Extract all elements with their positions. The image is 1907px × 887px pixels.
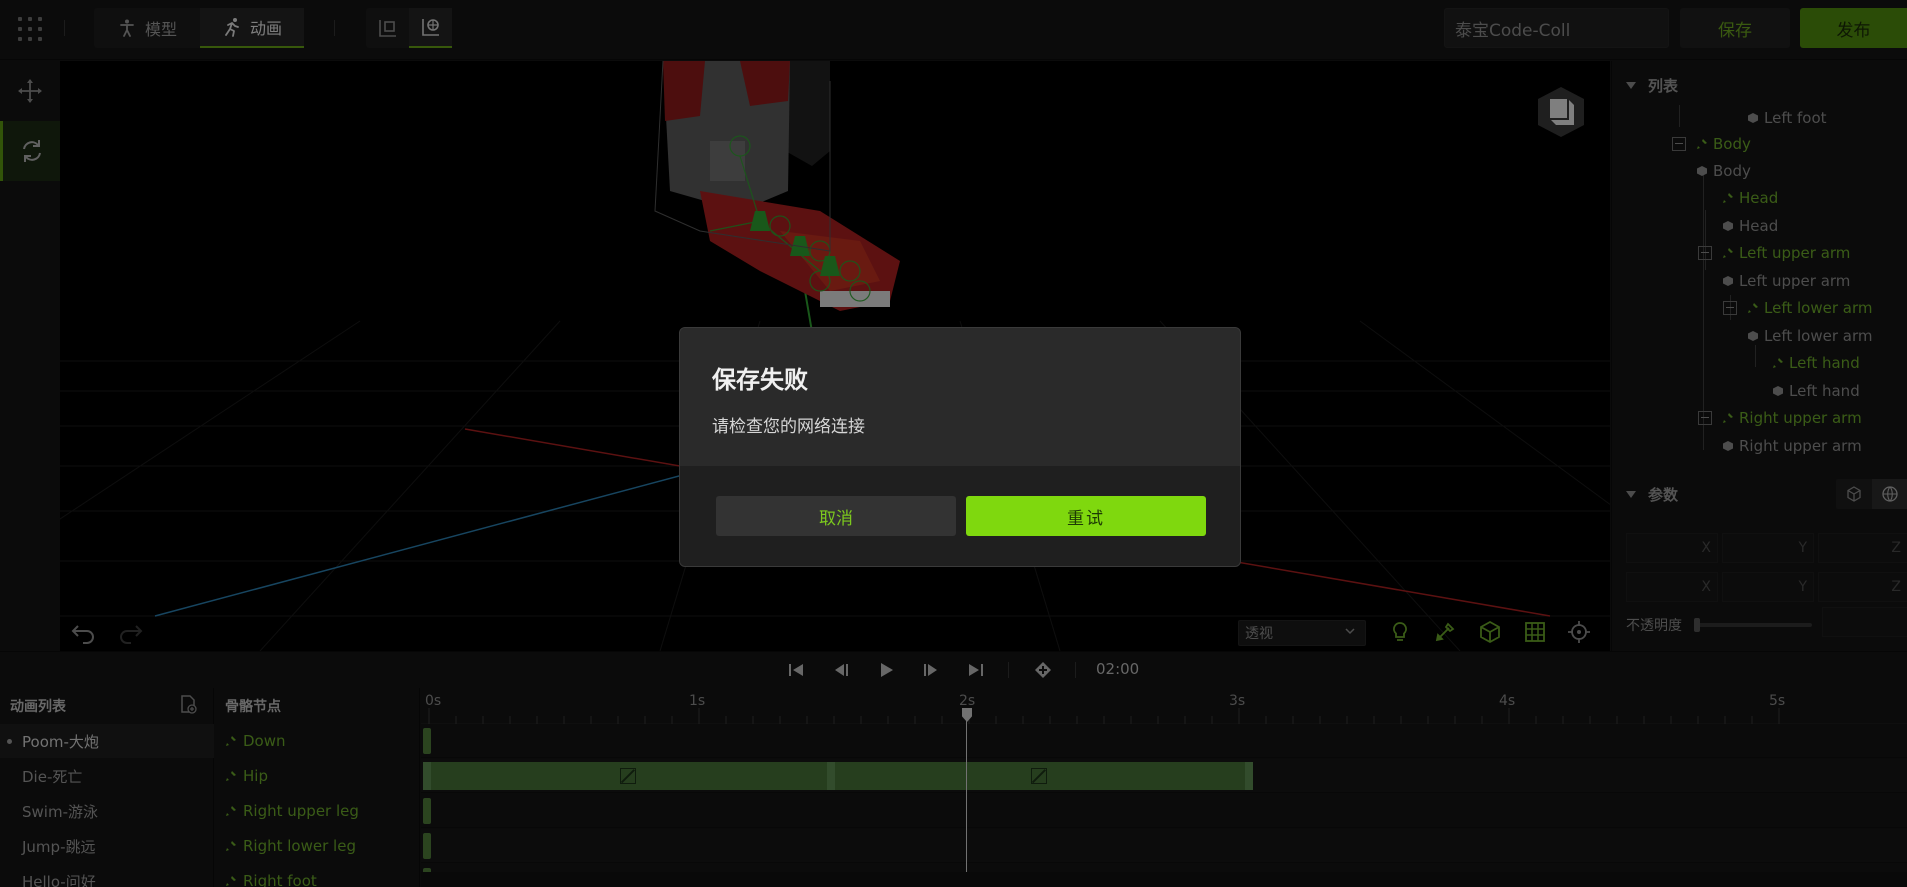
app-root: 模型 动画 泰宝Code-Coll 保存 发布 透视 列表 Left foot … <box>0 0 1907 887</box>
dialog-title: 保存失败 <box>712 366 808 394</box>
dialog-message: 请检查您的网络连接 <box>712 417 865 437</box>
cancel-button[interactable]: 取消 <box>716 496 956 536</box>
save-failed-dialog: 保存失败 请检查您的网络连接 取消 重试 <box>679 327 1241 567</box>
retry-button[interactable]: 重试 <box>966 496 1206 536</box>
dialog-body <box>680 328 1240 466</box>
